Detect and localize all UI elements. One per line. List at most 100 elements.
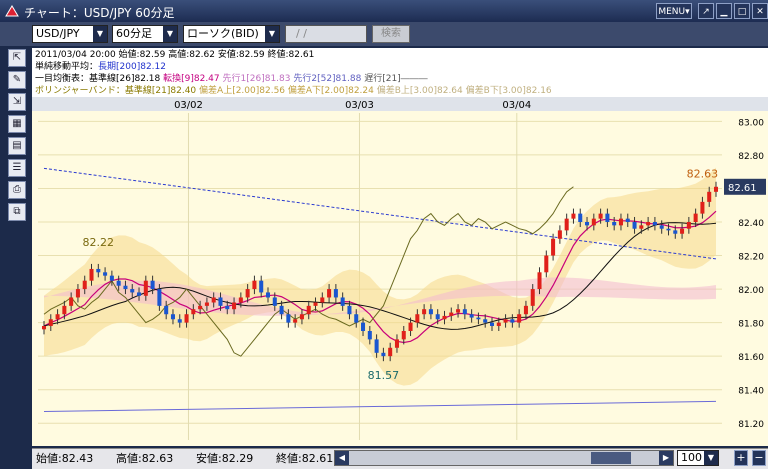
chart-svg: 83.0082.8082.6082.4082.2082.0081.8081.60… bbox=[32, 97, 768, 440]
time-scrollbar[interactable]: ◀ ▶ bbox=[334, 450, 674, 466]
candle-body bbox=[700, 201, 705, 214]
date-axis-strip bbox=[32, 97, 768, 111]
y-tick-label: 81.60 bbox=[738, 353, 764, 363]
candle-body bbox=[211, 297, 216, 303]
candle-body bbox=[62, 305, 67, 315]
candle-body bbox=[388, 347, 393, 357]
indicator-tool-icon[interactable]: ▤ bbox=[8, 137, 26, 155]
ohlc-line: 2011/03/04 20:00 始値:82.59 高値:82.62 安値:82… bbox=[35, 50, 315, 60]
zoom-select[interactable]: 100 ▼ bbox=[677, 450, 719, 466]
scroll-left-icon[interactable]: ◀ bbox=[335, 451, 349, 465]
candle-body bbox=[55, 314, 60, 320]
timeframe-select[interactable]: 60分足 ▼ bbox=[112, 25, 178, 43]
search-button[interactable]: 検索 bbox=[372, 25, 410, 43]
cursor-tool-icon[interactable]: ⇱ bbox=[8, 49, 26, 67]
candle-body bbox=[320, 297, 325, 303]
candle-body bbox=[686, 222, 691, 229]
candle-body bbox=[306, 305, 311, 315]
fib-tool-icon[interactable]: ▦ bbox=[8, 115, 26, 133]
date-input[interactable]: / / bbox=[285, 25, 367, 43]
minimize-icon[interactable]: ▁ bbox=[716, 3, 732, 19]
y-tick-label: 82.00 bbox=[738, 286, 764, 296]
candle-body bbox=[503, 319, 508, 323]
scroll-right-icon[interactable]: ▶ bbox=[659, 451, 673, 465]
chart-type-select-value: ローソク(BID) bbox=[187, 27, 259, 40]
candle-body bbox=[69, 297, 74, 306]
candle-body bbox=[510, 319, 515, 323]
candle-body bbox=[381, 352, 386, 357]
candle-body bbox=[618, 218, 623, 226]
chevron-down-icon: ▼ bbox=[163, 26, 177, 42]
candle-body bbox=[680, 228, 685, 234]
candle-body bbox=[496, 322, 501, 326]
menu-button[interactable]: MENU▾ bbox=[656, 3, 692, 19]
candle-body bbox=[456, 309, 461, 313]
print-icon[interactable]: ⎙ bbox=[8, 181, 26, 199]
candle-body bbox=[605, 213, 610, 222]
candle-body bbox=[96, 268, 101, 273]
chevron-down-icon: ▼ bbox=[93, 26, 107, 42]
candle-body bbox=[449, 312, 454, 316]
candle-body bbox=[625, 218, 630, 222]
candle-body bbox=[191, 309, 196, 315]
candle-body bbox=[422, 309, 427, 315]
candle-body bbox=[218, 297, 223, 306]
bollinger-line: ボリンジャーバンド：基準線[21]82.40 偏差A上[2.00]82.56 偏… bbox=[35, 86, 552, 96]
copy-window-icon[interactable]: ⧉ bbox=[8, 203, 26, 221]
candle-body bbox=[109, 275, 114, 281]
candle-body bbox=[707, 191, 712, 202]
toolbar: USD/JPY ▼ 60分足 ▼ ローソク(BID) ▼ / / 検索 bbox=[0, 22, 768, 46]
candle-body bbox=[293, 319, 298, 323]
candle-body bbox=[401, 331, 406, 340]
price-chart[interactable]: 83.0082.8082.6082.4082.2082.0081.8081.60… bbox=[32, 97, 768, 446]
candle-body bbox=[150, 280, 155, 290]
candle-body bbox=[435, 314, 440, 320]
candle-body bbox=[544, 255, 549, 273]
chevron-down-icon: ▼ bbox=[704, 451, 718, 465]
scroll-thumb[interactable] bbox=[591, 452, 631, 464]
list-tool-icon[interactable]: ☰ bbox=[8, 159, 26, 177]
candle-body bbox=[354, 314, 359, 323]
info-panel: 2011/03/04 20:00 始値:82.59 高値:82.62 安値:82… bbox=[32, 48, 768, 98]
candle-body bbox=[523, 305, 528, 315]
pin-icon[interactable]: ↗ bbox=[698, 3, 714, 19]
candle-body bbox=[238, 297, 243, 303]
candle-body bbox=[428, 309, 433, 315]
candle-body bbox=[340, 297, 345, 306]
zoom-value: 100 bbox=[681, 451, 702, 464]
candle-body bbox=[476, 317, 481, 320]
close-icon[interactable]: ✕ bbox=[752, 3, 768, 19]
candle-body bbox=[415, 314, 420, 323]
zoom-in-icon[interactable]: + bbox=[734, 450, 748, 466]
status-open: 始値:82.43 bbox=[36, 452, 94, 465]
candle-body bbox=[313, 302, 318, 306]
pair-select-value: USD/JPY bbox=[36, 27, 80, 40]
candle-body bbox=[646, 222, 651, 226]
candle-body bbox=[259, 280, 264, 293]
candle-body bbox=[333, 289, 338, 298]
chart-type-select[interactable]: ローソク(BID) ▼ bbox=[183, 25, 280, 43]
y-tick-label: 81.80 bbox=[738, 320, 764, 330]
candle-body bbox=[143, 280, 148, 296]
annotation-high-right: 82.63 bbox=[687, 167, 719, 180]
candle-body bbox=[89, 268, 94, 281]
candle-body bbox=[659, 225, 664, 229]
bollinger-band-area bbox=[44, 167, 716, 386]
zoom-out-icon[interactable]: − bbox=[752, 450, 766, 466]
annotation-high-left: 82.22 bbox=[83, 236, 115, 249]
candle-body bbox=[327, 289, 332, 298]
candle-body bbox=[632, 222, 637, 229]
maximize-icon[interactable]: □ bbox=[734, 3, 750, 19]
ichimoku-line: 一目均衡表：基準線[26]82.18 転換[9]82.47 先行1[26]81.… bbox=[35, 74, 428, 84]
candle-body bbox=[489, 322, 495, 326]
candle-body bbox=[394, 339, 399, 348]
status-high: 高値:82.63 bbox=[116, 452, 174, 465]
candle-body bbox=[75, 289, 80, 298]
draw-line-tool-icon[interactable]: ✎ bbox=[8, 71, 26, 89]
candle-body bbox=[279, 305, 284, 315]
left-toolbar: ⇱ ✎ ⇲ ▦ ▤ ☰ ⎙ ⧉ bbox=[5, 47, 27, 447]
pair-select[interactable]: USD/JPY ▼ bbox=[32, 25, 108, 43]
trend-tool-icon[interactable]: ⇲ bbox=[8, 93, 26, 111]
status-low: 安値:82.29 bbox=[196, 452, 254, 465]
candle-body bbox=[591, 218, 596, 226]
